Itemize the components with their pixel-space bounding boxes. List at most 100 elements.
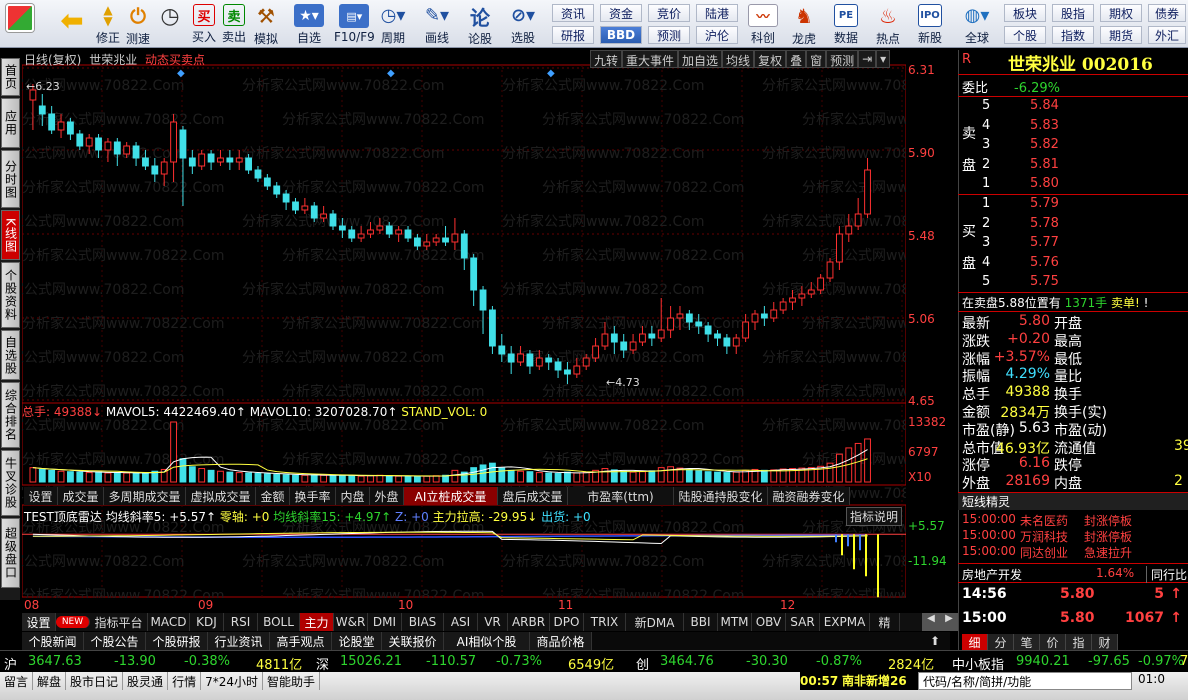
discuss-button[interactable]: 论论股	[468, 2, 492, 47]
pin-icon[interactable]: ⇥	[858, 50, 877, 68]
indicator-tab[interactable]: 新DMA	[626, 613, 684, 631]
buy-button[interactable]: 买买入	[192, 2, 216, 46]
status-link[interactable]: 智能助手	[263, 672, 320, 690]
info-button[interactable]: 资讯	[552, 4, 594, 22]
news-tab[interactable]: 个股新闻	[22, 632, 84, 650]
dragon-tiger-button[interactable]: ♞ 龙虎	[792, 2, 816, 46]
quote-tab[interactable]: 细	[962, 634, 988, 650]
speed-button[interactable]: ⏻ 测速	[126, 2, 150, 46]
nav-timeshare[interactable]: 分时图	[1, 150, 20, 208]
indicator-help-button[interactable]: 指标说明	[846, 507, 903, 526]
scroll-left-icon[interactable]: ◀	[922, 613, 940, 631]
tab-forecast[interactable]: 预测	[826, 50, 859, 68]
fix-button[interactable]: ▲ ▼ 修正	[96, 2, 120, 46]
status-link[interactable]: 留言	[0, 672, 34, 690]
bond-button[interactable]: 债券	[1148, 4, 1186, 22]
news-tab[interactable]: 关联报价	[382, 632, 444, 650]
order-book-row[interactable]: 4 5.83	[978, 118, 1098, 137]
index-button[interactable]: 指数	[1052, 26, 1094, 44]
back-button[interactable]: ⬅	[56, 2, 88, 46]
ticker-box[interactable]: 00:57 南非新增26	[800, 672, 918, 690]
indicator-tab[interactable]: SAR	[786, 613, 820, 631]
order-book-row[interactable]: 1 5.79	[978, 196, 1098, 215]
news-tab[interactable]: 商品价格	[530, 632, 592, 650]
forecast-button[interactable]: 预测	[648, 26, 690, 44]
volume-tab[interactable]: 市盈率(ttm)	[568, 487, 674, 505]
status-link[interactable]: 7*24小时	[201, 672, 263, 690]
tab-window[interactable]: 窗	[806, 50, 827, 68]
status-link[interactable]: 股灵通	[123, 672, 169, 690]
volume-tab[interactable]: 外盘	[370, 487, 404, 505]
stock-select-button[interactable]: ⊘▾ 选股	[508, 2, 538, 46]
sh-london-button[interactable]: 沪伦	[696, 26, 738, 44]
nav-favorites[interactable]: 自选股	[1, 330, 20, 380]
bbd-button[interactable]: BBD	[600, 26, 642, 44]
order-book-row[interactable]: 3 5.77	[978, 235, 1098, 254]
indicator-tab[interactable]: BBI	[684, 613, 718, 631]
nav-profile[interactable]: 个股资料	[1, 262, 20, 328]
short-term-row[interactable]: 15:00:00 未名医药 封涨停板	[962, 512, 1188, 528]
cycle-button[interactable]: ◷▾ 周期	[378, 2, 408, 46]
draw-button[interactable]: ✎▾ 画线	[422, 2, 452, 46]
indicator-tab[interactable]: RSI	[224, 613, 258, 631]
indicator-tab[interactable]: KDJ	[190, 613, 224, 631]
quote-tab[interactable]: 分	[988, 634, 1014, 650]
news-tab[interactable]: 个股公告	[84, 632, 146, 650]
tab-ma[interactable]: 均线	[722, 50, 755, 68]
status-link[interactable]: 股市日记	[66, 672, 124, 690]
indicator-tab[interactable]: ARBR	[508, 613, 550, 631]
order-book-row[interactable]: 2 5.81	[978, 157, 1098, 176]
news-tab[interactable]: 行业资讯	[208, 632, 270, 650]
volume-tab[interactable]: 设置	[24, 487, 58, 505]
quote-tab[interactable]: 价	[1040, 634, 1066, 650]
volume-tab[interactable]: AI立桩成交量	[404, 487, 498, 505]
sector-button[interactable]: 板块	[1004, 4, 1046, 22]
volume-tab[interactable]: 内盘	[336, 487, 370, 505]
news-tab[interactable]: AI相似个股	[444, 632, 530, 650]
indicator-tab[interactable]: VR	[478, 613, 508, 631]
simulate-button[interactable]: ⚒ 模拟	[254, 2, 278, 46]
indicator-tab[interactable]: 主力	[300, 613, 334, 631]
short-term-row[interactable]: 15:00:00 同达创业 急速拉升	[962, 544, 1188, 560]
indicator-tab[interactable]: EXPMA	[820, 613, 870, 631]
indicator-tab[interactable]: BOLL	[258, 613, 300, 631]
global-button[interactable]: ◍▾ 全球	[962, 2, 992, 46]
clock-button[interactable]: ◷	[158, 2, 182, 46]
option-button[interactable]: 期权	[1100, 4, 1142, 22]
tab-events[interactable]: 重大事件	[622, 50, 679, 68]
research-button[interactable]: 研报	[552, 26, 594, 44]
volume-tab[interactable]: 虚拟成交量	[186, 487, 256, 505]
volume-tab[interactable]: 换手率	[290, 487, 336, 505]
hotspot-button[interactable]: ♨ 热点	[876, 2, 900, 46]
volume-tab[interactable]: 陆股通持股变化	[674, 487, 768, 505]
period-label[interactable]: 日线(复权)	[24, 53, 81, 67]
indicator-tab[interactable]: 设置	[22, 613, 56, 631]
nav-apps[interactable]: 应用	[1, 98, 20, 148]
pin-dropdown-icon[interactable]: ▾	[876, 50, 891, 68]
short-term-row[interactable]: 15:00:00 万润科技 封涨停板	[962, 528, 1188, 544]
f10-button[interactable]: ▤▾ F10/F9	[334, 2, 375, 46]
quote-tab[interactable]: 笔	[1014, 634, 1040, 650]
indicator-tab[interactable]: MACD	[148, 613, 190, 631]
tab-add-favorite[interactable]: 加自选	[678, 50, 723, 68]
favorite-button[interactable]: ★▾ 自选	[294, 2, 324, 46]
indicator-tab[interactable]: NEW	[56, 616, 90, 628]
tab-adjust[interactable]: 复权	[754, 50, 787, 68]
indicator-tab[interactable]: ASI	[444, 613, 478, 631]
volume-tab[interactable]: 成交量	[58, 487, 104, 505]
stock-button[interactable]: 个股	[1004, 26, 1046, 44]
indicator-tab[interactable]: MTM	[718, 613, 752, 631]
news-tab[interactable]: 论股堂	[332, 632, 382, 650]
news-tab[interactable]: 个股研报	[146, 632, 208, 650]
indicator-tab[interactable]: BIAS	[402, 613, 444, 631]
quote-tab[interactable]: 财	[1092, 634, 1118, 650]
indicator-tab[interactable]: DPO	[550, 613, 584, 631]
order-book-row[interactable]: 5 5.84	[978, 98, 1098, 117]
indicator-tab[interactable]: W&R	[334, 613, 368, 631]
volume-tab[interactable]: 融资融券变化	[768, 487, 850, 505]
grid-button[interactable]	[6, 2, 34, 46]
volume-tab[interactable]: 盘后成交量	[498, 487, 568, 505]
signal-label[interactable]: 动态买卖点	[145, 53, 205, 67]
order-book-row[interactable]: 5 5.75	[978, 274, 1098, 293]
indicator-tab[interactable]: OBV	[752, 613, 786, 631]
